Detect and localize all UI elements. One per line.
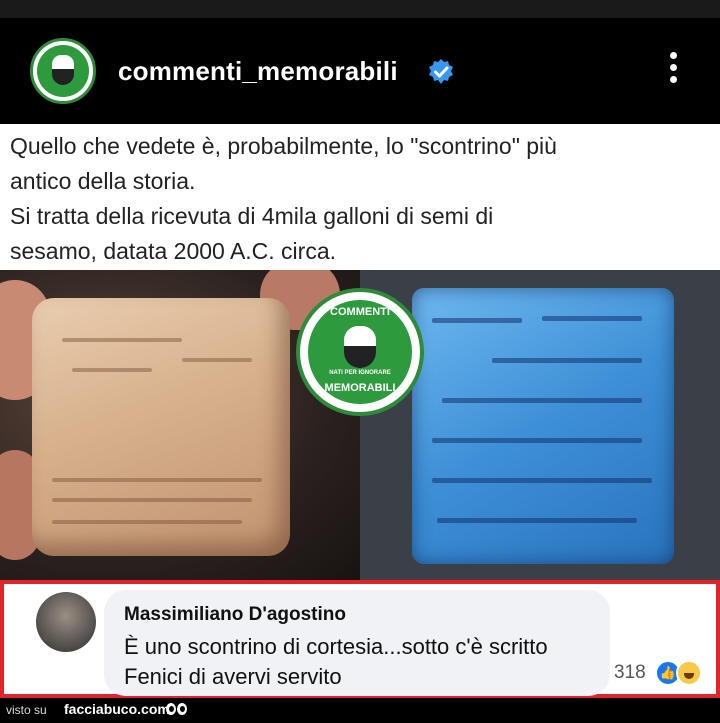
commenter-avatar[interactable] — [36, 592, 96, 652]
caption-line: Quello che vedete è, probabilmente, lo "… — [10, 133, 557, 159]
comment-bubble: Massimiliano D'agostino È uno scontrino … — [104, 590, 610, 696]
comment-line: Fenici di avervi servito — [124, 664, 342, 689]
watermark-top-text: COMMENTI — [330, 306, 390, 318]
account-logo-icon — [37, 45, 89, 97]
comment-line: È uno scontrino di cortesia...sotto c'è … — [124, 634, 548, 659]
account-avatar[interactable] — [30, 38, 96, 104]
caption-line: sesamo, datata 2000 A.C. circa. — [10, 238, 337, 264]
watermark-bottom-text: MEMORABILI — [324, 382, 396, 394]
post-header: commenti_memorabili — [0, 18, 720, 124]
comment-text: È uno scontrino di cortesia...sotto c'è … — [124, 632, 548, 692]
highlighted-comment: Massimiliano D'agostino È uno scontrino … — [0, 580, 720, 698]
reaction-count: 318 — [614, 662, 646, 683]
haha-icon — [676, 660, 702, 686]
eyes-icon — [166, 702, 188, 716]
clay-tablet — [32, 298, 290, 556]
footer-prefix: visto su — [6, 703, 47, 717]
footer-site[interactable]: facciabuco.com — [64, 701, 170, 717]
post-caption: Quello che vedete è, probabilmente, lo "… — [0, 124, 720, 270]
status-bar — [0, 0, 720, 18]
tablet-3d-scan — [360, 270, 720, 580]
verified-badge-icon — [429, 59, 453, 84]
site-footer: visto su facciabuco.com — [0, 698, 720, 723]
account-username[interactable]: commenti_memorabili — [118, 56, 398, 87]
commenter-name[interactable]: Massimiliano D'agostino — [124, 604, 346, 626]
caption-line: Si tratta della ricevuta di 4mila gallon… — [10, 203, 494, 229]
post-image[interactable]: COMMENTI NATI PER IGNORARE MEMORABILI — [0, 270, 720, 580]
more-vertical-icon[interactable] — [664, 52, 682, 92]
watermark-tagline: NATI PER IGNORARE — [329, 370, 391, 376]
watermark-logo: COMMENTI NATI PER IGNORARE MEMORABILI — [296, 288, 424, 416]
logo-beard — [52, 69, 74, 85]
watermark-beard — [344, 346, 376, 368]
blue-scan — [412, 288, 674, 564]
watermark-badge-icon: COMMENTI NATI PER IGNORARE MEMORABILI — [308, 300, 412, 404]
caption-line: antico della storia. — [10, 168, 196, 194]
